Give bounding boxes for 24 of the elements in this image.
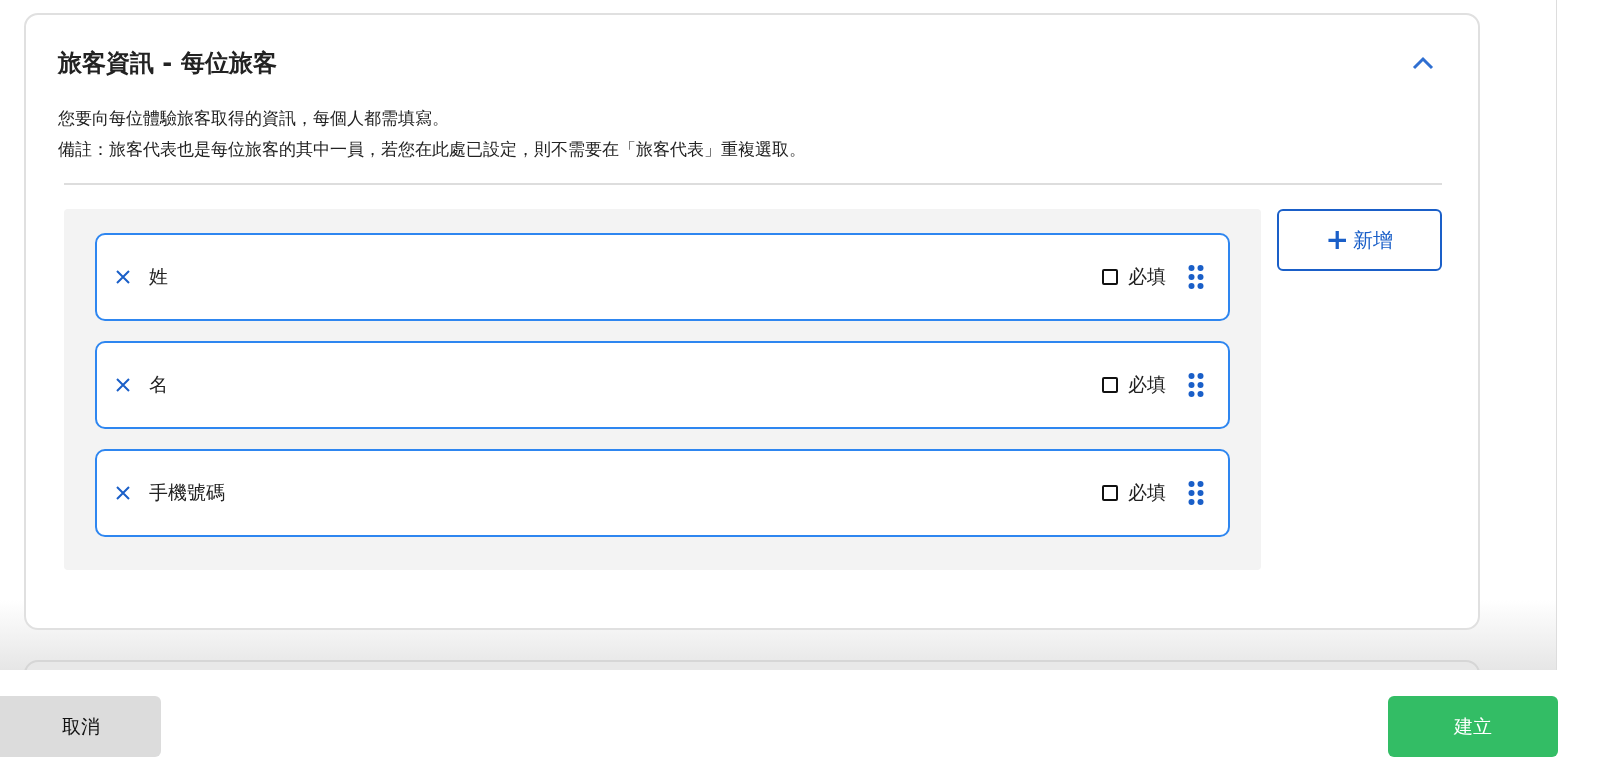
drag-handle-icon[interactable] — [1187, 480, 1204, 506]
field-row[interactable]: 名 必填 — [95, 341, 1230, 429]
field-label: 名 — [149, 372, 169, 397]
required-label: 必填 — [1127, 372, 1166, 397]
field-label: 手機號碼 — [149, 480, 226, 505]
checkbox[interactable] — [1101, 485, 1118, 501]
drag-handle-icon[interactable] — [1187, 372, 1204, 398]
checkbox[interactable] — [1101, 269, 1118, 285]
description-text: 您要向每位體驗旅客取得的資訊，每個人都需填寫。 — [58, 107, 450, 130]
add-button[interactable]: +新增 — [1276, 209, 1442, 271]
required-label: 必填 — [1127, 480, 1166, 505]
section-title: 旅客資訊 - 每位旅客 — [58, 48, 277, 79]
field-row[interactable]: 姓 必填 — [95, 233, 1230, 321]
close-icon[interactable] — [115, 485, 131, 501]
field-row[interactable]: 手機號碼 必填 — [95, 449, 1230, 537]
required-label: 必填 — [1127, 264, 1166, 289]
field-label: 姓 — [149, 264, 169, 289]
chevron-up-icon[interactable] — [1412, 56, 1434, 70]
close-icon[interactable] — [115, 269, 131, 285]
cancel-button[interactable]: 取消 — [0, 696, 161, 757]
description-text: 備註：旅客代表也是每位旅客的其中一員，若您在此處已設定，則不需要在「旅客代表」重複選取。 — [58, 138, 807, 161]
close-icon[interactable] — [115, 377, 131, 393]
checkbox[interactable] — [1101, 377, 1118, 393]
drag-handle-icon[interactable] — [1187, 264, 1204, 290]
